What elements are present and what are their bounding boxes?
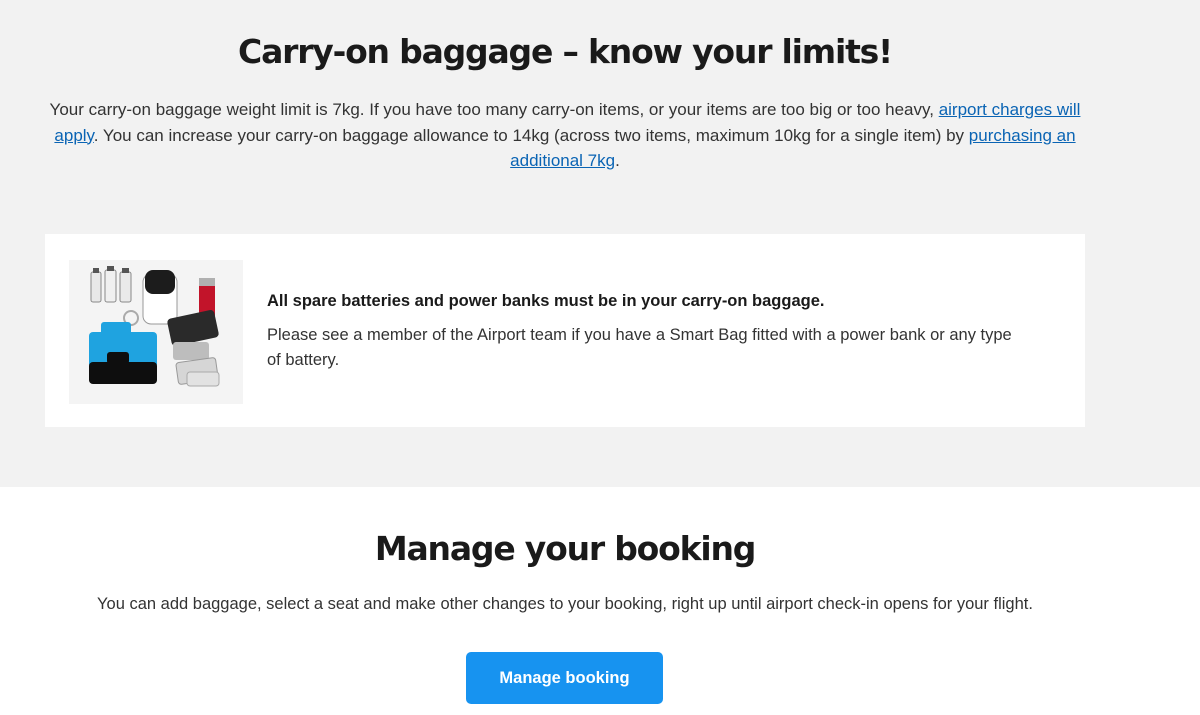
batteries-illustration — [89, 266, 220, 387]
carry-on-intro: Your carry-on baggage weight limit is 7k… — [42, 97, 1088, 174]
battery-notice-heading: All spare batteries and power banks must… — [267, 292, 825, 310]
battery-notice-body: Please see a member of the Airport team … — [267, 326, 1012, 369]
battery-notice-card: All spare batteries and power banks must… — [45, 234, 1085, 427]
manage-booking-title: Manage your booking — [374, 529, 757, 568]
batteries-image — [69, 260, 243, 404]
carry-on-title: Carry-on baggage – know your limits! — [238, 32, 893, 71]
intro-text-2: . You can increase your carry-on baggage… — [93, 125, 969, 145]
intro-text-3: . — [615, 151, 620, 170]
intro-text-1: Your carry-on baggage weight limit is 7k… — [49, 100, 939, 119]
manage-booking-text: You can add baggage, select a seat and m… — [97, 595, 1033, 613]
manage-booking-button[interactable]: Manage booking — [466, 652, 663, 704]
